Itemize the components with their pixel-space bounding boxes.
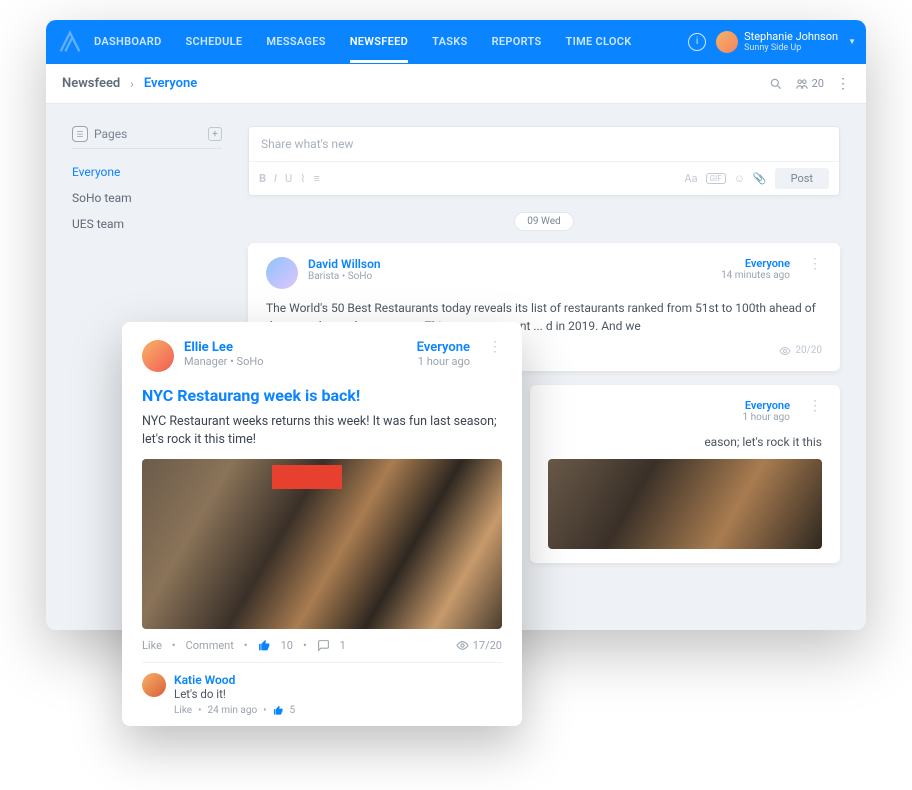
pages-icon: ☰: [72, 126, 88, 142]
post-image[interactable]: [142, 459, 502, 629]
nav-tabs: DASHBOARD SCHEDULE MESSAGES NEWSFEED TAS…: [94, 21, 688, 63]
comment-text: Let's do it!: [174, 687, 502, 701]
underline-icon[interactable]: U: [285, 172, 292, 185]
post-detail-card: Ellie Lee Manager • SoHo Everyone 1 hour…: [122, 322, 522, 726]
sidebar-title: Pages: [94, 127, 127, 141]
breadcrumb-bar: Newsfeed › Everyone 20 ⋮: [46, 64, 866, 104]
comment-button[interactable]: Comment: [186, 639, 234, 652]
comment-like-count: 5: [290, 705, 296, 716]
sidebar-item-soho[interactable]: SoHo team: [72, 185, 222, 211]
meta-sep: •: [198, 705, 201, 716]
post-body-snippet: eason; let's rock it this: [548, 433, 822, 451]
chevron-down-icon: ▼: [848, 37, 856, 46]
comment-icon[interactable]: [317, 639, 330, 652]
like-button[interactable]: Like: [142, 639, 162, 652]
user-org: Sunny Side Up: [744, 43, 838, 53]
post-author-avatar[interactable]: [266, 257, 298, 289]
comment-timestamp: 24 min ago: [207, 705, 257, 716]
post-more-icon[interactable]: ⋮: [808, 399, 822, 423]
nav-tab-newsfeed[interactable]: NEWSFEED: [350, 21, 408, 63]
link-icon[interactable]: ⌇: [300, 172, 305, 185]
app-logo-icon: [56, 28, 84, 56]
thumb-up-icon[interactable]: [273, 705, 284, 716]
user-avatar: [716, 31, 738, 53]
comment-like-button[interactable]: Like: [174, 705, 192, 716]
post-timestamp: 14 minutes ago: [721, 270, 790, 281]
search-icon[interactable]: [769, 77, 783, 91]
post-image-partial: [548, 459, 822, 549]
post-button[interactable]: Post: [775, 168, 829, 189]
post-author-role: Barista • SoHo: [308, 271, 711, 282]
comment-avatar[interactable]: [142, 673, 166, 697]
date-divider: 09 Wed: [248, 212, 840, 231]
sidebar-item-ues[interactable]: UES team: [72, 211, 222, 237]
eye-icon: [779, 345, 791, 357]
post-body: NYC Restaurant weeks returns this week! …: [142, 413, 502, 449]
bold-icon[interactable]: B: [259, 172, 266, 185]
emoji-icon[interactable]: ☺: [734, 172, 745, 185]
meta-sep: •: [263, 705, 266, 716]
nav-tab-tasks[interactable]: TASKS: [432, 21, 467, 63]
meta-sep: •: [303, 639, 307, 652]
like-count: 10: [281, 639, 293, 652]
attach-icon[interactable]: 📎: [753, 172, 767, 185]
post-title: NYC Restaurang week is back!: [142, 386, 502, 405]
meta-sep: •: [244, 639, 248, 652]
nav-tab-schedule[interactable]: SCHEDULE: [186, 21, 243, 63]
post-audience[interactable]: Everyone: [743, 399, 790, 412]
view-count: 17/20: [473, 639, 502, 652]
user-menu[interactable]: Stephanie Johnson Sunny Side Up ▼: [716, 31, 856, 54]
nav-tab-reports[interactable]: REPORTS: [492, 21, 542, 63]
members-count-value: 20: [812, 77, 824, 90]
breadcrumb-sep: ›: [130, 77, 134, 91]
gif-icon[interactable]: GIF: [706, 173, 726, 184]
list-icon[interactable]: ≡: [313, 172, 319, 185]
date-label: 09 Wed: [514, 212, 573, 231]
composer: Share what's new B I U ⌇ ≡ Aa GIF ☺ 📎 Po…: [248, 126, 840, 196]
thumb-up-icon[interactable]: [258, 639, 271, 652]
info-icon[interactable]: i: [688, 33, 706, 51]
post-timestamp: 1 hour ago: [417, 355, 470, 368]
eye-icon: [456, 639, 469, 652]
text-size-icon[interactable]: Aa: [684, 172, 697, 185]
post-author-name[interactable]: David Willson: [308, 257, 711, 271]
meta-sep: •: [172, 639, 176, 652]
post-timestamp: 1 hour ago: [743, 412, 790, 423]
comment-row: Katie Wood Let's do it! Like • 24 min ag…: [142, 673, 502, 716]
comment-author[interactable]: Katie Wood: [174, 673, 502, 687]
post-audience[interactable]: Everyone: [417, 340, 470, 355]
user-name: Stephanie Johnson: [744, 31, 838, 44]
italic-icon[interactable]: I: [274, 172, 277, 185]
breadcrumb-current: Everyone: [144, 76, 197, 91]
top-nav: DASHBOARD SCHEDULE MESSAGES NEWSFEED TAS…: [46, 20, 866, 64]
add-page-button[interactable]: +: [208, 127, 222, 141]
composer-input[interactable]: Share what's new: [249, 127, 839, 161]
members-count[interactable]: 20: [795, 77, 824, 91]
post-views: 20/20: [795, 345, 822, 357]
breadcrumb-root[interactable]: Newsfeed: [62, 76, 120, 91]
comment-count: 1: [340, 639, 346, 652]
post-more-icon[interactable]: ⋮: [808, 257, 822, 289]
post-author-avatar[interactable]: [142, 340, 174, 372]
nav-tab-timeclock[interactable]: TIME CLOCK: [566, 21, 632, 63]
nav-tab-dashboard[interactable]: DASHBOARD: [94, 21, 162, 63]
post-author-role: Manager • SoHo: [184, 355, 407, 368]
post-more-icon[interactable]: ⋮: [488, 340, 502, 372]
post-author-name[interactable]: Ellie Lee: [184, 340, 407, 355]
feed-post-partial: Everyone 1 hour ago ⋮ eason; let's rock …: [530, 385, 840, 563]
nav-tab-messages[interactable]: MESSAGES: [266, 21, 325, 63]
post-audience[interactable]: Everyone: [721, 257, 790, 270]
more-icon[interactable]: ⋮: [836, 76, 850, 92]
sidebar-item-everyone[interactable]: Everyone: [72, 159, 222, 185]
